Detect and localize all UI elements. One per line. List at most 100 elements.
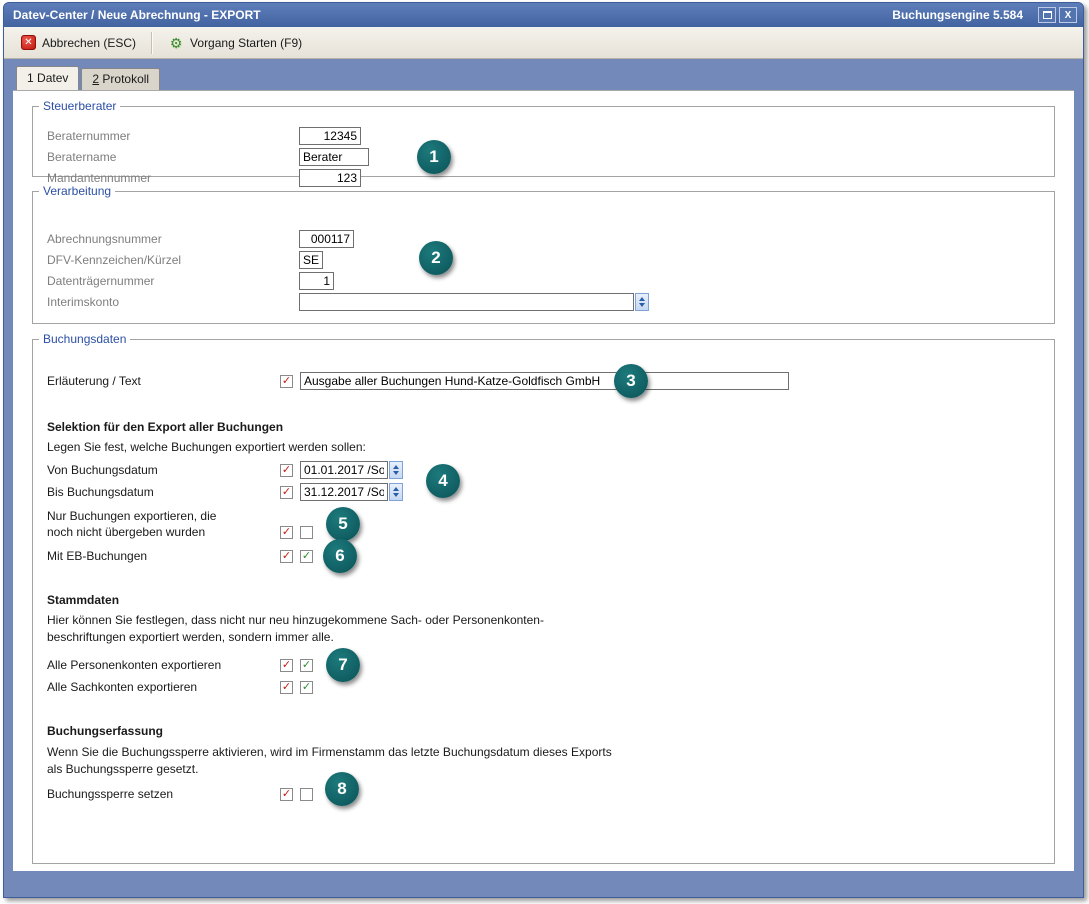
eb-buchungen-row: Mit EB-Buchungen ✓ ✓ <box>33 545 1054 567</box>
bis-buchungsdatum-input[interactable] <box>300 483 388 501</box>
abrechnungsnummer-input[interactable] <box>299 230 354 248</box>
spinner-up-icon <box>393 487 399 491</box>
callout-badge-1: 1 <box>417 140 451 174</box>
start-button-label: Vorgang Starten (F9) <box>190 36 302 50</box>
spinner-down-icon <box>639 303 645 307</box>
beraternummer-input[interactable] <box>299 127 361 145</box>
selektion-text: Legen Sie fest, welche Buchungen exporti… <box>33 440 1054 456</box>
abrechnungsnummer-row: Abrechnungsnummer <box>33 228 1054 249</box>
erlaeuterung-confirm-checkbox[interactable]: ✓ <box>280 375 293 388</box>
buchungssperre-confirm-checkbox[interactable]: ✓ <box>280 788 293 801</box>
interimskonto-spinner[interactable] <box>635 293 649 311</box>
nur-buchungen-row: Nur Buchungen exportieren, die noch nich… <box>33 508 1054 540</box>
stammdaten-heading: Stammdaten <box>33 593 1054 609</box>
steuerberater-group: Steuerberater Beraternummer Beratername … <box>32 99 1055 177</box>
tab-protokoll[interactable]: 2 Protokoll <box>81 68 160 90</box>
nur-buchungen-checkbox[interactable] <box>300 526 313 539</box>
buchungserfassung-heading: Buchungserfassung <box>33 724 1054 740</box>
cancel-button[interactable]: ✕ Abbrechen (ESC) <box>12 31 145 54</box>
sachkonten-confirm-checkbox[interactable]: ✓ <box>280 681 293 694</box>
callout-badge-8: 8 <box>325 772 359 806</box>
callout-badge-7: 7 <box>326 648 360 682</box>
tab-protokoll-label: Protokoll <box>99 72 149 86</box>
title-bar: Datev-Center / Neue Abrechnung - EXPORT … <box>4 3 1083 27</box>
buchungserfassung-text-line1: Wenn Sie die Buchungssperre aktivieren, … <box>33 745 1054 762</box>
eb-buchungen-label: Mit EB-Buchungen <box>47 549 280 563</box>
interimskonto-label: Interimskonto <box>47 295 299 309</box>
tab-datev-label: Datev <box>34 71 69 85</box>
cancel-icon: ✕ <box>21 35 36 50</box>
von-buchungsdatum-row: Von Buchungsdatum ✓ <box>33 459 1054 481</box>
beratername-row: Beratername <box>33 146 1054 167</box>
von-buchungsdatum-input[interactable] <box>300 461 388 479</box>
start-button[interactable]: ⚙ Vorgang Starten (F9) <box>159 31 311 55</box>
steuerberater-legend: Steuerberater <box>39 99 120 113</box>
datentraegernummer-row: Datenträgernummer <box>33 270 1054 291</box>
tab-strip: 1 Datev 2 Protokoll <box>4 59 1083 90</box>
bis-buchungsdatum-label: Bis Buchungsdatum <box>47 485 280 499</box>
beraternummer-label: Beraternummer <box>47 129 299 143</box>
eb-buchungen-confirm-checkbox[interactable]: ✓ <box>280 550 293 563</box>
personenkonten-label: Alle Personenkonten exportieren <box>47 658 280 672</box>
callout-badge-5: 5 <box>326 507 360 541</box>
beratername-label: Beratername <box>47 150 299 164</box>
datentraegernummer-label: Datenträgernummer <box>47 274 299 288</box>
tab-datev-accel: 1 <box>27 71 34 85</box>
app-window: Datev-Center / Neue Abrechnung - EXPORT … <box>3 2 1084 898</box>
maximize-button[interactable] <box>1038 7 1056 23</box>
von-datum-confirm-checkbox[interactable]: ✓ <box>280 464 293 477</box>
interimskonto-input[interactable] <box>299 293 634 311</box>
erlaeuterung-label: Erläuterung / Text <box>47 374 280 388</box>
bis-datum-spinner[interactable] <box>389 483 403 501</box>
sachkonten-row: Alle Sachkonten exportieren ✓ ✓ <box>33 676 1054 698</box>
verarbeitung-group: Verarbeitung Abrechnungsnummer DFV-Kennz… <box>32 184 1055 324</box>
dfv-kennzeichen-label: DFV-Kennzeichen/Kürzel <box>47 253 299 267</box>
sachkonten-label: Alle Sachkonten exportieren <box>47 680 280 694</box>
interimskonto-row: Interimskonto <box>33 291 1054 312</box>
buchungserfassung-text-line2: als Buchungssperre gesetzt. <box>33 762 1054 779</box>
cancel-button-label: Abbrechen (ESC) <box>42 36 136 50</box>
toolbar-separator <box>151 32 153 54</box>
buchungssperre-row: Buchungssperre setzen ✓ <box>33 783 1054 805</box>
personenkonten-checkbox[interactable]: ✓ <box>300 659 313 672</box>
nur-buchungen-label-line2: noch nicht übergeben wurden <box>47 525 205 539</box>
nur-buchungen-label-line1: Nur Buchungen exportieren, die <box>47 509 216 523</box>
von-datum-spinner[interactable] <box>389 461 403 479</box>
datentraegernummer-input[interactable] <box>299 272 334 290</box>
maximize-icon <box>1043 11 1052 19</box>
close-icon: X <box>1065 10 1072 21</box>
mandantennummer-label: Mandantennummer <box>47 171 299 185</box>
stammdaten-text-line2: beschriftungen exportiert werden, sonder… <box>33 630 1054 647</box>
close-button[interactable]: X <box>1059 7 1077 23</box>
eb-buchungen-checkbox[interactable]: ✓ <box>300 550 313 563</box>
dfv-kennzeichen-input[interactable] <box>299 251 323 269</box>
sachkonten-checkbox[interactable]: ✓ <box>300 681 313 694</box>
engine-version-label: Buchungsengine 5.584 <box>892 8 1023 22</box>
nur-buchungen-confirm-checkbox[interactable]: ✓ <box>280 526 293 539</box>
erlaeuterung-input[interactable] <box>300 372 789 390</box>
tab-datev[interactable]: 1 Datev <box>16 66 79 90</box>
erlaeuterung-row: Erläuterung / Text ✓ <box>33 370 1054 392</box>
von-buchungsdatum-label: Von Buchungsdatum <box>47 463 280 477</box>
personenkonten-confirm-checkbox[interactable]: ✓ <box>280 659 293 672</box>
bis-buchungsdatum-row: Bis Buchungsdatum ✓ <box>33 481 1054 503</box>
beratername-input[interactable] <box>299 148 369 166</box>
spinner-down-icon <box>393 493 399 497</box>
buchungsdaten-group: Buchungsdaten Erläuterung / Text ✓ Selek… <box>32 332 1055 864</box>
buchungssperre-label: Buchungssperre setzen <box>47 787 280 801</box>
start-gear-icon: ⚙ <box>168 35 184 51</box>
callout-badge-6: 6 <box>323 539 357 573</box>
stammdaten-text-line1: Hier können Sie festlegen, dass nicht nu… <box>33 613 1054 630</box>
spinner-up-icon <box>393 465 399 469</box>
beraternummer-row: Beraternummer <box>33 125 1054 146</box>
callout-badge-2: 2 <box>419 241 453 275</box>
spinner-up-icon <box>639 297 645 301</box>
buchungssperre-checkbox[interactable] <box>300 788 313 801</box>
spinner-down-icon <box>393 471 399 475</box>
abrechnungsnummer-label: Abrechnungsnummer <box>47 232 299 246</box>
bis-datum-confirm-checkbox[interactable]: ✓ <box>280 486 293 499</box>
personenkonten-row: Alle Personenkonten exportieren ✓ ✓ <box>33 654 1054 676</box>
toolbar: ✕ Abbrechen (ESC) ⚙ Vorgang Starten (F9) <box>4 27 1083 59</box>
callout-badge-4: 4 <box>426 464 460 498</box>
window-title: Datev-Center / Neue Abrechnung - EXPORT <box>13 8 261 22</box>
